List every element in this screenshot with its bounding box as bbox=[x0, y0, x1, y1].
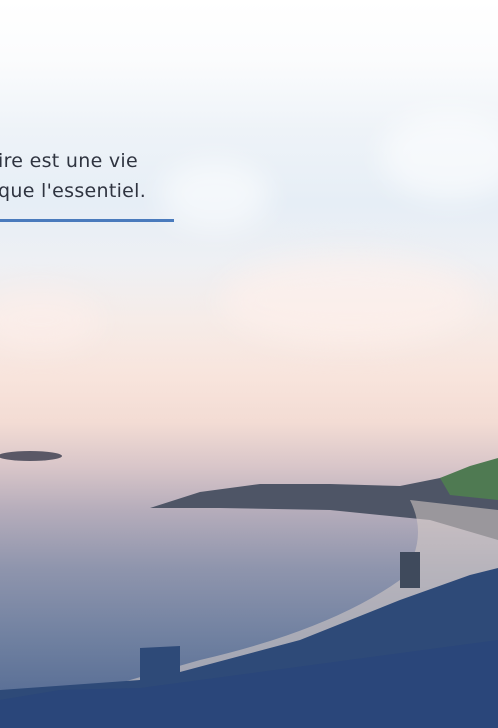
building bbox=[400, 552, 420, 588]
quote-line-1: ire est une vie bbox=[0, 150, 139, 172]
island bbox=[0, 451, 62, 461]
quote-text: ire est une vie que l'essentiel. bbox=[0, 146, 146, 206]
quote-underline bbox=[0, 219, 174, 222]
quote-line-2: que l'essentiel. bbox=[0, 180, 147, 202]
coastline-scene bbox=[0, 451, 498, 728]
